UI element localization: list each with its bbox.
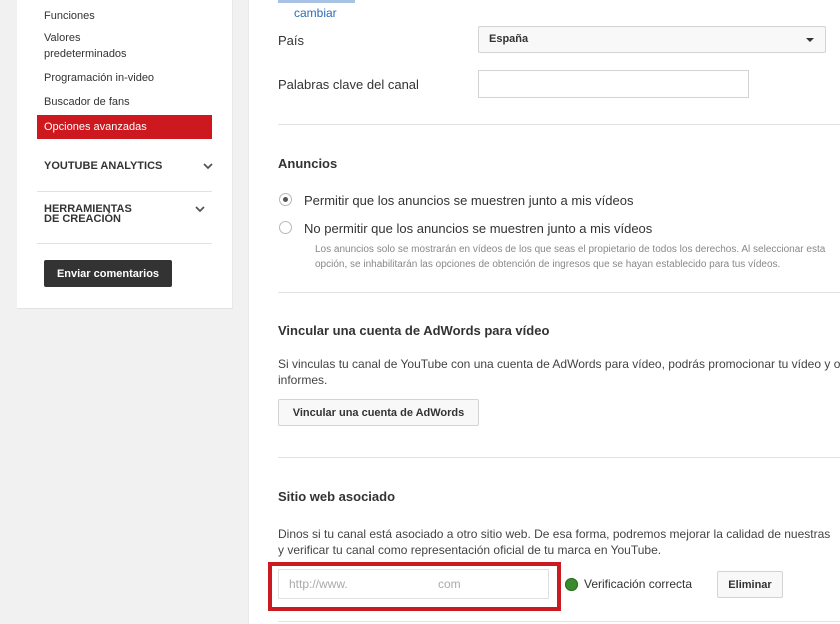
allow-ads-label[interactable]: Permitir que los anuncios se muestren ju… <box>304 193 634 208</box>
country-select[interactable]: España <box>478 26 826 53</box>
sidebar-divider <box>37 243 212 244</box>
remove-website-button[interactable]: Eliminar <box>717 571 783 598</box>
verified-status-icon <box>565 578 578 591</box>
link-adwords-button[interactable]: Vincular una cuenta de AdWords <box>278 399 479 426</box>
highlight-box <box>268 562 561 611</box>
chevron-down-icon[interactable] <box>194 203 206 215</box>
adwords-heading: Vincular una cuenta de AdWords para víde… <box>278 323 550 338</box>
dropdown-arrow-icon <box>806 38 814 42</box>
website-heading: Sitio web asociado <box>278 489 396 504</box>
section-divider <box>278 457 840 458</box>
change-link[interactable]: cambiar <box>294 6 337 20</box>
main-panel: cambiar País España Palabras clave del c… <box>248 0 840 624</box>
section-divider <box>278 621 840 622</box>
channel-art-thumbnail <box>278 0 355 3</box>
ads-note-line-1: Los anuncios solo se mostrarán en vídeos… <box>315 244 826 255</box>
sidebar-section-youtube-analytics[interactable]: YOUTUBE ANALYTICS <box>44 161 214 173</box>
country-label: País <box>278 33 305 48</box>
sidebar-item-opciones-avanzadas[interactable]: Opciones avanzadas <box>37 115 212 139</box>
country-value: España <box>489 33 529 45</box>
sidebar-item-buscador-de-fans[interactable]: Buscador de fans <box>44 94 130 110</box>
verification-status: Verificación correcta <box>584 577 693 591</box>
website-text-line-1: Dinos si tu canal está asociado a otro s… <box>278 527 831 541</box>
channel-keywords-input[interactable] <box>478 70 749 98</box>
sidebar-item-valores-predeterminados[interactable]: Valores predeterminados <box>44 30 144 62</box>
sidebar-item-programacion-in-video[interactable]: Programación in-video <box>44 70 154 86</box>
sidebar-item-funciones[interactable]: Funciones <box>44 8 95 24</box>
disallow-ads-label[interactable]: No permitir que los anuncios se muestren… <box>304 221 652 236</box>
adwords-text-line-2: informes. <box>278 373 328 387</box>
sidebar-divider <box>37 191 212 192</box>
keywords-label: Palabras clave del canal <box>278 77 419 92</box>
section-divider <box>278 124 840 125</box>
chevron-down-icon <box>203 163 213 170</box>
allow-ads-radio[interactable] <box>279 193 292 206</box>
section-divider <box>278 292 840 293</box>
ads-note-line-2: opción, se inhabilitarán las opciones de… <box>315 259 781 270</box>
sidebar: Funciones Valores predeterminados Progra… <box>17 0 233 309</box>
send-feedback-button[interactable]: Enviar comentarios <box>44 260 172 287</box>
adwords-text-line-1: Si vinculas tu canal de YouTube con una … <box>278 357 840 371</box>
sidebar-section-herramientas-de-creacion[interactable]: HERRAMIENTAS DE CREACIÓN <box>44 203 144 225</box>
sidebar-section-label: HERRAMIENTAS DE CREACIÓN <box>44 203 132 225</box>
website-text-line-2: y verificar tu canal como representación… <box>278 543 662 557</box>
sidebar-section-label: YOUTUBE ANALYTICS <box>44 160 163 172</box>
disallow-ads-radio[interactable] <box>279 221 292 234</box>
ads-heading: Anuncios <box>278 156 338 171</box>
